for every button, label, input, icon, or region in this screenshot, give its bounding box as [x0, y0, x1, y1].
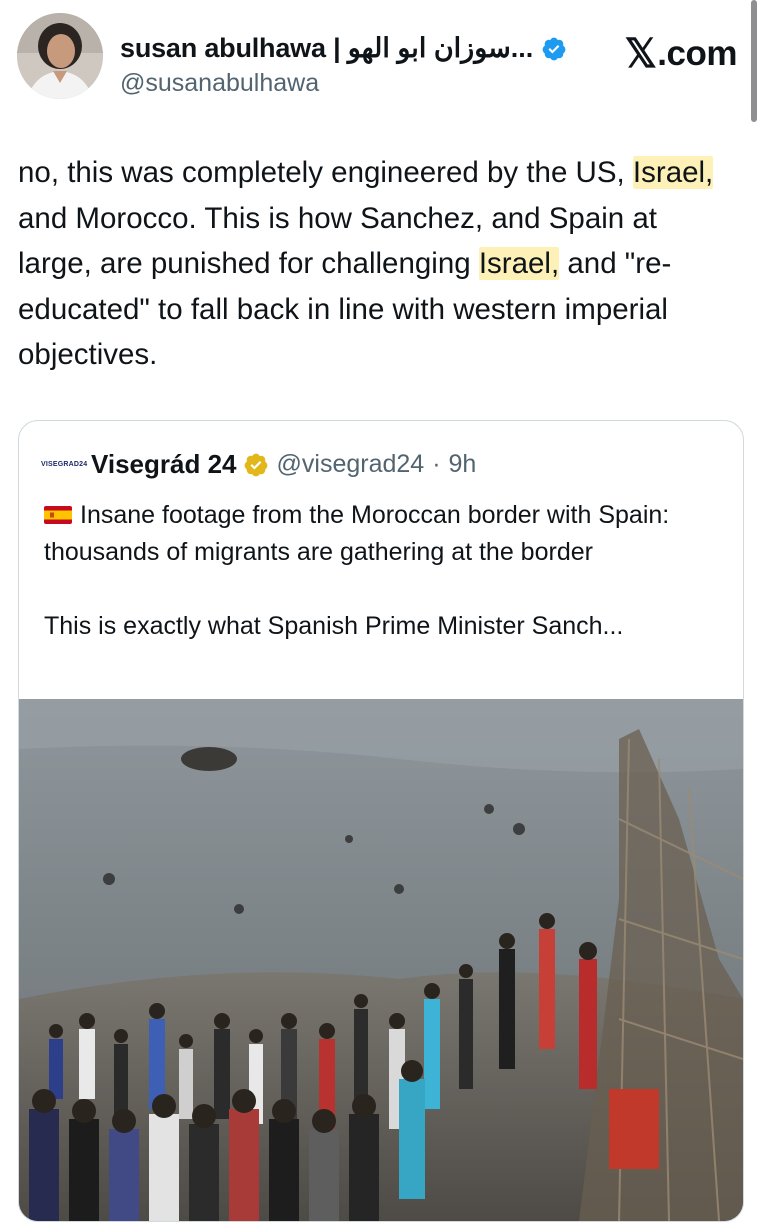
quoted-post-time[interactable]: 9h: [449, 450, 477, 479]
scrollbar[interactable]: [751, 0, 757, 122]
post-text-segment: no, this was completely engineered by th…: [18, 156, 633, 189]
quoted-author-logo[interactable]: VISEGRAD24: [41, 458, 87, 472]
separator-dot: ·: [432, 450, 441, 478]
verified-badge-icon: [542, 37, 566, 60]
spain-flag-icon: [44, 506, 72, 524]
author-name[interactable]: susan abulhawa | سوزان ابو الهو...: [120, 33, 533, 64]
author-handle[interactable]: @susanabulhawa: [120, 69, 319, 98]
quoted-author-name[interactable]: Visegrád 24: [91, 449, 237, 480]
highlighted-text: Israel,: [632, 156, 714, 189]
post-header: susan abulhawa | سوزان ابو الهو... @susa…: [17, 13, 737, 101]
quoted-paragraph-2: This is exactly what Spanish Prime Minis…: [44, 612, 624, 640]
avatar[interactable]: [17, 13, 103, 99]
site-label: .com: [657, 34, 737, 73]
author-name-row[interactable]: susan abulhawa | سوزان ابو الهو...: [120, 33, 567, 64]
quoted-paragraph-1: Insane footage from the Moroccan border …: [44, 497, 724, 571]
quoted-post-text: Insane footage from the Moroccan border …: [44, 497, 724, 645]
quoted-post[interactable]: VISEGRAD24 Visegrád 24 @visegrad24 · 9h …: [18, 420, 744, 1222]
quoted-author-handle[interactable]: @visegrad24: [277, 450, 425, 479]
x-com-brand[interactable]: 𝕏 .com: [624, 31, 738, 77]
quoted-post-header: VISEGRAD24 Visegrád 24 @visegrad24 · 9h: [41, 449, 476, 480]
highlighted-text: Israel,: [478, 247, 560, 280]
quoted-paragraph-1-text: Insane footage from the Moroccan border …: [44, 501, 670, 566]
x-logo-icon: 𝕏: [624, 32, 657, 76]
quoted-post-image[interactable]: [19, 699, 743, 1221]
gold-verified-badge-icon: [244, 453, 267, 476]
post-text: no, this was completely engineered by th…: [18, 150, 738, 378]
